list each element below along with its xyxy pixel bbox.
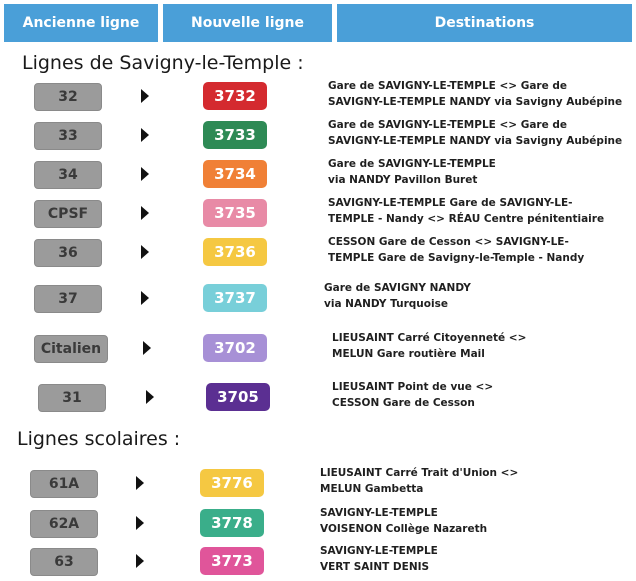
arrow-right-icon [146,390,154,404]
destination: SAVIGNY-LE-TEMPLE Gare de SAVIGNY-LE- TE… [328,195,604,227]
old-line-badge: 37 [34,285,102,313]
header-old-line: Ancienne ligne [4,4,158,42]
destination: CESSON Gare de Cesson <> SAVIGNY-LE- TEM… [328,234,584,266]
table-row: Citalien 3702 LIEUSAINT Carré Citoyennet… [0,330,636,366]
destination-line-2: via NANDY Turquoise [324,298,448,310]
new-line-badge: 3773 [200,547,264,575]
arrow-right-icon [136,476,144,490]
new-line-badge: 3705 [206,383,270,411]
table-row: 32 3732 Gare de SAVIGNY-LE-TEMPLE <> Gar… [0,78,636,114]
table-row: 37 3737 Gare de SAVIGNY NANDY via NANDY … [0,280,636,316]
table-row: 61A 3776 LIEUSAINT Carré Trait d'Union <… [0,465,636,501]
old-line-badge: 31 [38,384,106,412]
destination-line-2: TEMPLE - Nandy <> RÉAU Centre pénitentia… [328,213,605,225]
destination-line-2: VOISENON Collège Nazareth [320,523,488,535]
arrow-right-icon [141,89,149,103]
new-line-badge: 3737 [203,284,267,312]
destination-line-1: Gare de SAVIGNY-LE-TEMPLE [328,158,496,170]
table-row: 31 3705 LIEUSAINT Point de vue <> CESSON… [0,379,636,415]
destination: LIEUSAINT Point de vue <> CESSON Gare de… [332,379,493,411]
header-destinations: Destinations [337,4,632,42]
old-line-badge: 32 [34,83,102,111]
table-row: 36 3736 CESSON Gare de Cesson <> SAVIGNY… [0,234,636,270]
destination: Gare de SAVIGNY-LE-TEMPLE <> Gare de SAV… [328,117,622,149]
destination-line-1: SAVIGNY-LE-TEMPLE Gare de SAVIGNY-LE- [328,197,573,209]
destination-line-2: TEMPLE Gare de Savigny-le-Temple - Nandy [328,252,585,264]
destination-line-1: CESSON Gare de Cesson <> SAVIGNY-LE- [328,236,569,248]
new-line-badge: 3778 [200,509,264,537]
arrow-right-icon [141,167,149,181]
new-line-badge: 3702 [203,334,267,362]
section-title-scolaires: Lignes scolaires : [17,428,181,450]
table-row: 62A 3778 SAVIGNY-LE-TEMPLE VOISENON Coll… [0,505,636,541]
destination-line-1: Gare de SAVIGNY-LE-TEMPLE <> Gare de [328,119,568,131]
arrow-right-icon [143,341,151,355]
destination: Gare de SAVIGNY-LE-TEMPLE <> Gare de SAV… [328,78,622,110]
destination-line-2: CESSON Gare de Cesson [332,397,475,409]
arrow-right-icon [141,206,149,220]
destination-line-1: SAVIGNY-LE-TEMPLE [320,545,438,557]
destination-line-1: LIEUSAINT Point de vue <> [332,381,494,393]
destination: Gare de SAVIGNY-LE-TEMPLE via NANDY Pavi… [328,156,496,188]
arrow-right-icon [141,245,149,259]
destination: LIEUSAINT Carré Trait d'Union <> MELUN G… [320,465,518,497]
destination-line-2: SAVIGNY-LE-TEMPLE NANDY via Savigny Aubé… [328,135,623,147]
old-line-badge: 61A [30,470,98,498]
old-line-badge: CPSF [34,200,102,228]
destination-line-1: LIEUSAINT Carré Citoyenneté <> [332,332,527,344]
table-row: 33 3733 Gare de SAVIGNY-LE-TEMPLE <> Gar… [0,117,636,153]
destination-line-2: SAVIGNY-LE-TEMPLE NANDY via Savigny Aubé… [328,96,623,108]
destination: Gare de SAVIGNY NANDY via NANDY Turquois… [324,280,471,312]
old-line-badge: 34 [34,161,102,189]
new-line-badge: 3733 [203,121,267,149]
destination: LIEUSAINT Carré Citoyenneté <> MELUN Gar… [332,330,526,362]
destination-line-2: via NANDY Pavillon Buret [328,174,478,186]
new-line-badge: 3734 [203,160,267,188]
destination-line-1: SAVIGNY-LE-TEMPLE [320,507,438,519]
new-line-badge: 3735 [203,199,267,227]
table-row: 63 3773 SAVIGNY-LE-TEMPLE VERT SAINT DEN… [0,543,636,579]
arrow-right-icon [136,516,144,530]
table-row: CPSF 3735 SAVIGNY-LE-TEMPLE Gare de SAVI… [0,195,636,231]
new-line-badge: 3736 [203,238,267,266]
arrow-right-icon [141,128,149,142]
destination: SAVIGNY-LE-TEMPLE VOISENON Collège Nazar… [320,505,487,537]
table-row: 34 3734 Gare de SAVIGNY-LE-TEMPLE via NA… [0,156,636,192]
destination-line-1: LIEUSAINT Carré Trait d'Union <> [320,467,519,479]
destination-line-1: Gare de SAVIGNY-LE-TEMPLE <> Gare de [328,80,568,92]
destination-line-1: Gare de SAVIGNY NANDY [324,282,471,294]
old-line-badge: 33 [34,122,102,150]
destination: SAVIGNY-LE-TEMPLE VERT SAINT DENIS [320,543,438,575]
destination-line-2: VERT SAINT DENIS [320,561,430,573]
new-line-badge: 3732 [203,82,267,110]
new-line-badge: 3776 [200,469,264,497]
destination-line-2: MELUN Gambetta [320,483,424,495]
arrow-right-icon [136,554,144,568]
old-line-badge: 62A [30,510,98,538]
old-line-badge: Citalien [34,335,108,363]
old-line-badge: 63 [30,548,98,576]
header-new-line: Nouvelle ligne [163,4,332,42]
old-line-badge: 36 [34,239,102,267]
destination-line-2: MELUN Gare routière Mail [332,348,485,360]
arrow-right-icon [141,291,149,305]
section-title-savigny: Lignes de Savigny-le-Temple : [22,52,304,74]
